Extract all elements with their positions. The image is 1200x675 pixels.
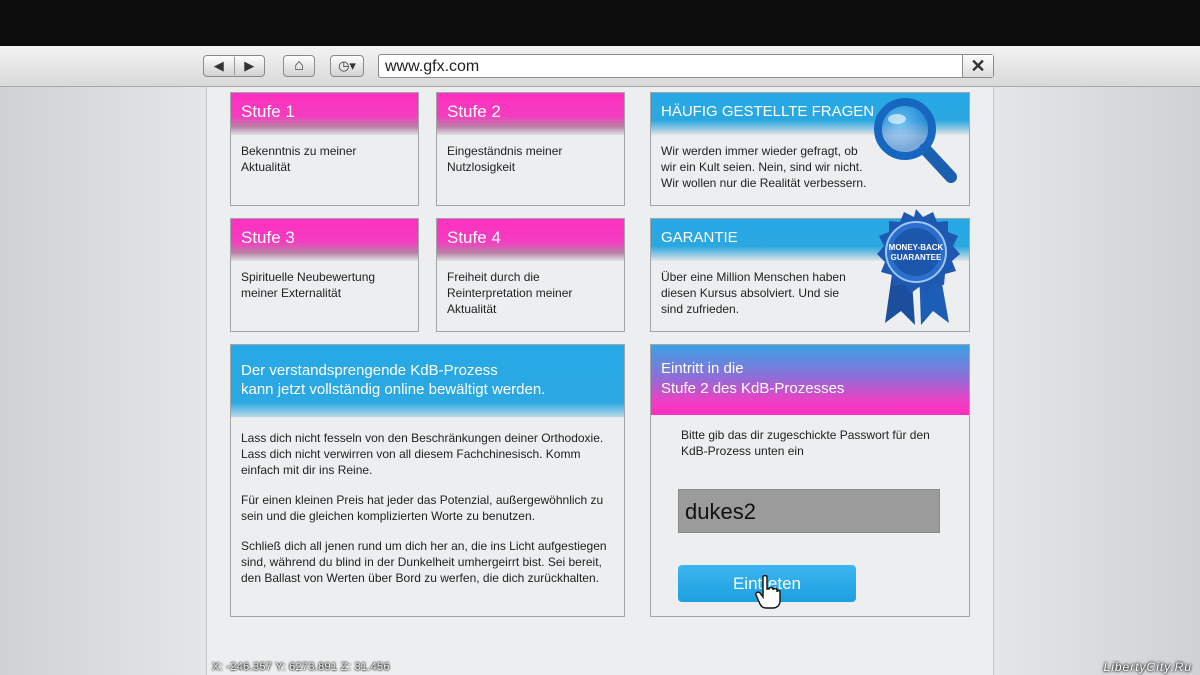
entry-card: Eintritt in die Stufe 2 des KdB-Prozesse… — [650, 344, 970, 617]
step-card-3[interactable]: Stufe 3 Spirituelle Neubewertung meiner … — [230, 218, 419, 332]
entry-title: Eintritt in die Stufe 2 des KdB-Prozesse… — [651, 345, 969, 415]
back-button[interactable]: ◀ — [204, 58, 234, 74]
step-title: Stufe 3 — [231, 219, 418, 261]
banner-title-line-2: kann jetzt vollständig online bewältigt … — [241, 381, 546, 398]
password-input[interactable]: dukes2 — [678, 489, 940, 533]
faq-text: Wir werden immer wieder gefragt, ob wir … — [661, 144, 867, 190]
hand-cursor-icon — [755, 575, 781, 609]
guarantee-text: Über eine Million Menschen haben diesen … — [661, 270, 846, 316]
page-margin-right — [994, 87, 1200, 675]
page-margin-left — [0, 87, 206, 675]
history-button[interactable]: ◷▾ — [330, 55, 364, 77]
home-button[interactable]: ⌂ — [283, 55, 315, 77]
forward-button[interactable]: ▶ — [235, 58, 265, 74]
magnifier-icon — [874, 98, 957, 183]
step-text: Spirituelle Neubewertung meiner External… — [241, 270, 376, 300]
address-bar[interactable]: www.gfx.com ✕ — [378, 54, 994, 78]
kdb-info-card: Der verstandsprengende KdB-Prozess kann … — [230, 344, 625, 617]
banner-title-line-1: Der verstandsprengende KdB-Prozess — [241, 362, 498, 379]
banner-title: Der verstandsprengende KdB-Prozess kann … — [231, 345, 624, 417]
coordinates-readout: X: -246.357 Y: 6273.891 Z: 31.456 — [212, 661, 390, 673]
step-card-2[interactable]: Stufe 2 Eingeständnis meiner Nutzlosigke… — [436, 92, 625, 206]
banner-paragraph-2: Für einen kleinen Preis hat jeder das Po… — [241, 493, 604, 523]
badge-line-1: MONEY-BACK — [889, 243, 944, 252]
back-forward-buttons: ◀ ▶ — [203, 55, 265, 77]
web-page: Stufe 1 Bekenntnis zu meiner Aktualität … — [206, 87, 994, 675]
password-prompt: Bitte gib das dir zugeschickte Passwort … — [681, 428, 930, 458]
close-icon: ✕ — [970, 55, 986, 76]
step-text: Eingeständnis meiner Nutzlosigkeit — [447, 144, 563, 174]
browser-toolbar: ◀ ▶ ⌂ ◷▾ www.gfx.com ✕ — [0, 46, 1200, 87]
money-back-badge-icon: MONEY-BACK GUARANTEE — [877, 209, 960, 325]
clock-icon: ◷▾ — [338, 58, 356, 73]
banner-paragraph-1: Lass dich nicht fesseln von den Beschrän… — [241, 431, 604, 477]
step-title: Stufe 4 — [437, 219, 624, 261]
step-title: Stufe 2 — [437, 93, 624, 135]
clear-url-button[interactable]: ✕ — [962, 55, 993, 77]
guarantee-card[interactable]: GARANTIE Über eine Million Menschen habe… — [650, 209, 970, 332]
step-text: Freiheit durch die Reinterpretation mein… — [447, 270, 573, 316]
window-top-bar — [0, 0, 1200, 46]
entry-title-line-2: Stufe 2 des KdB-Prozesses — [661, 380, 845, 397]
step-text: Bekenntnis zu meiner Aktualität — [241, 144, 357, 174]
watermark-logo: LibertyCity.Ru — [1103, 660, 1192, 674]
url-text[interactable]: www.gfx.com — [385, 58, 479, 76]
faq-card[interactable]: HÄUFIG GESTELLTE FRAGEN Wir werden immer… — [650, 92, 970, 206]
badge-line-2: GUARANTEE — [891, 253, 942, 262]
banner-body: Lass dich nicht fesseln von den Beschrän… — [231, 417, 624, 608]
entry-title-line-1: Eintritt in die — [661, 360, 744, 377]
step-title: Stufe 1 — [231, 93, 418, 135]
home-icon: ⌂ — [294, 57, 304, 74]
step-card-4[interactable]: Stufe 4 Freiheit durch die Reinterpretat… — [436, 218, 625, 332]
step-card-1[interactable]: Stufe 1 Bekenntnis zu meiner Aktualität — [230, 92, 419, 206]
banner-paragraph-3: Schließ dich all jenen rund um dich her … — [241, 539, 607, 585]
